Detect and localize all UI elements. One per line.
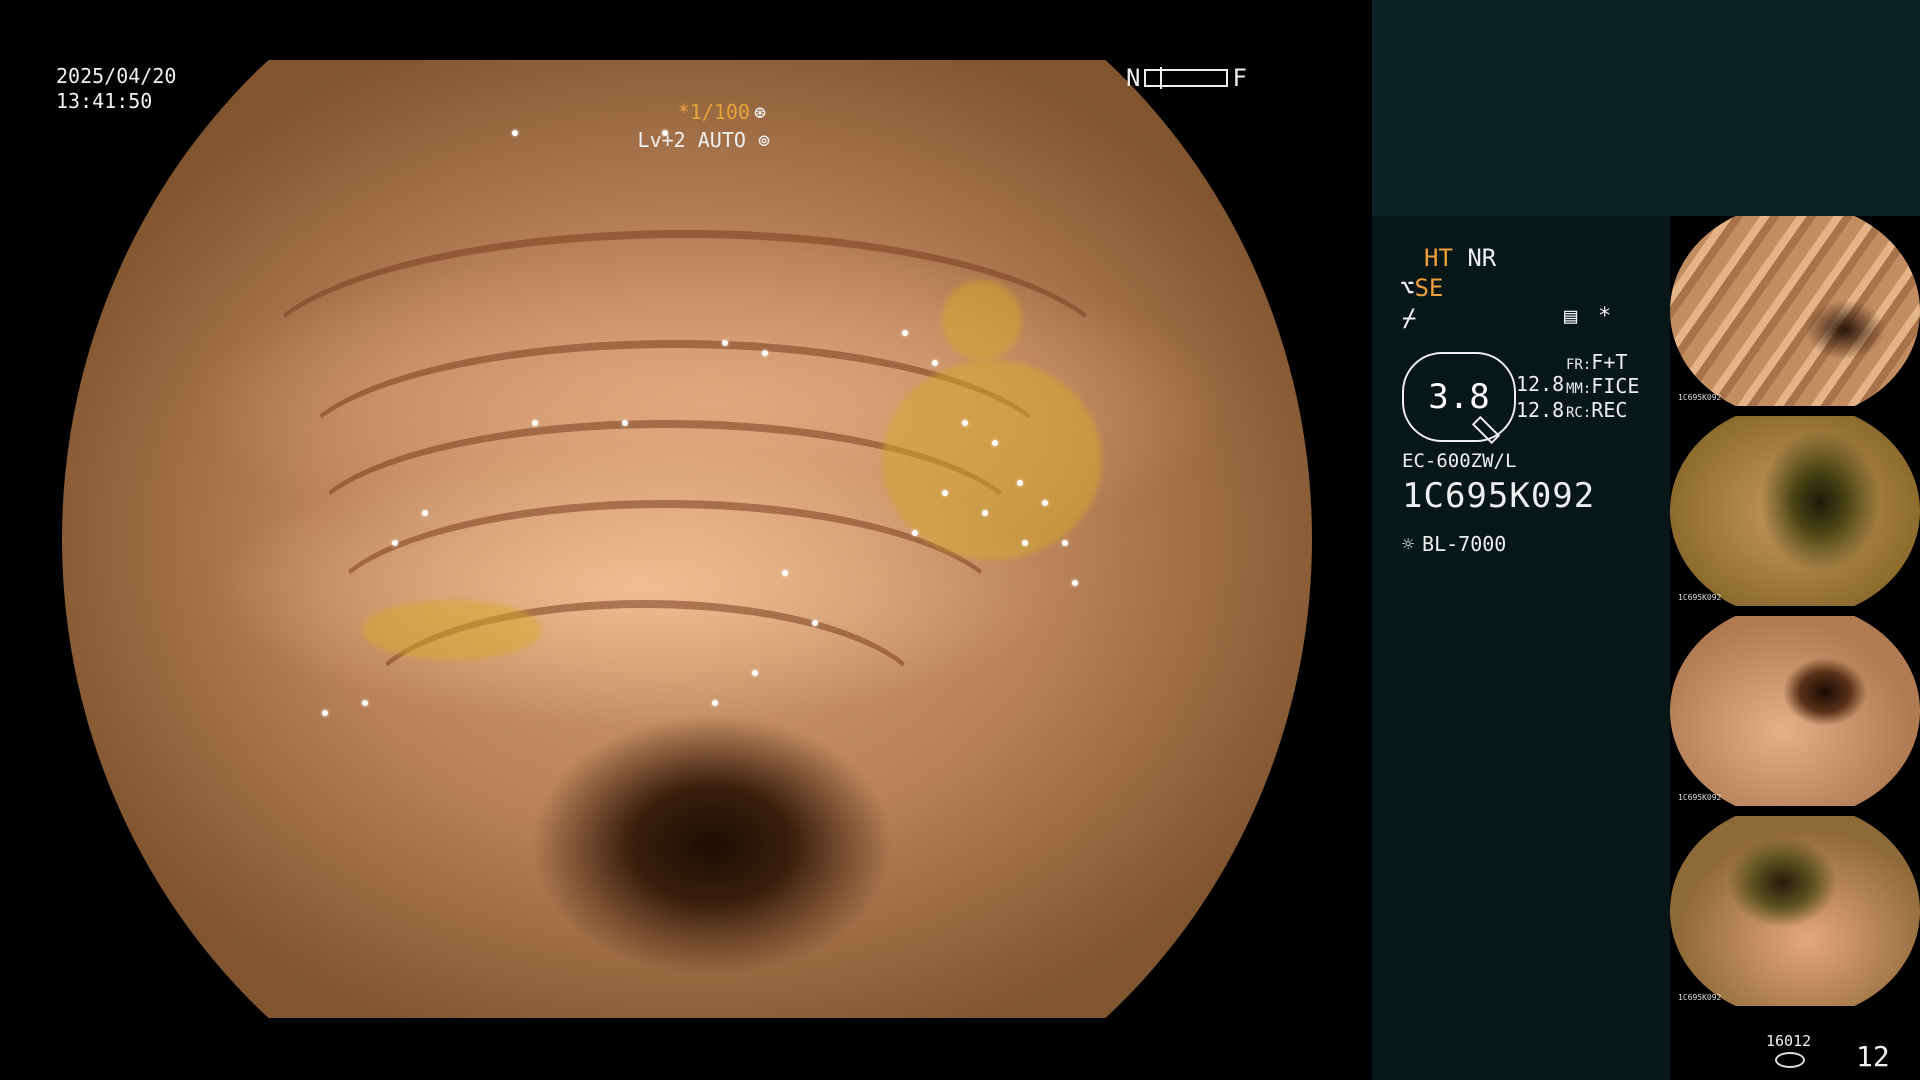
thumbnail-label: 1C695K092: [1678, 593, 1722, 602]
light-reflection: [752, 670, 758, 676]
disk-icon: [1775, 1052, 1805, 1068]
light-source: ☼ BL-7000: [1402, 532, 1506, 556]
light-reflection: [362, 700, 368, 706]
light-reflection: [532, 420, 538, 426]
menu-icon: ▤: [1564, 304, 1578, 329]
light-reflection: [392, 540, 398, 546]
near-far-bar: [1144, 67, 1229, 89]
brightness-level: Lv+2 AUTO ⊚: [638, 128, 770, 152]
light-reflection: [932, 360, 938, 366]
light-reflection: [992, 440, 998, 446]
light-reflection: [622, 420, 628, 426]
light-reflection: [912, 530, 918, 536]
light-reflection: [812, 620, 818, 626]
light-reflection: [722, 340, 728, 346]
gauge-value: 3.8: [1428, 377, 1490, 417]
rc-value: REC: [1591, 398, 1628, 422]
storage-counter: 16012: [1766, 1032, 1812, 1050]
aperture-icon: ⊛: [753, 100, 766, 124]
fr-setting: FR:F+T: [1566, 350, 1627, 374]
misc-symbol: ⌿: [1402, 304, 1417, 332]
light-reflection: [942, 490, 948, 496]
side-panel: HT NR ⌥SE ⌿ ▤ * 3.8 12.8 12.8 FR:F+T MM:…: [1372, 0, 1920, 1080]
thumbnail-image: [1670, 416, 1920, 606]
thumbnail-2[interactable]: 1C695K092: [1670, 416, 1920, 606]
light-reflection: [1062, 540, 1068, 546]
thumbnail-label: 1C695K092: [1678, 993, 1722, 1002]
light-reflection: [1072, 580, 1078, 586]
nr-label: NR: [1467, 244, 1497, 272]
rc-label: RC:: [1566, 405, 1592, 421]
mm-value: FICE: [1591, 374, 1640, 398]
light-reflection: [982, 510, 988, 516]
timestamp-time: 13:41:50: [56, 89, 153, 113]
mm-label: MM:: [1566, 381, 1592, 397]
thumbnail-3[interactable]: 1C695K092: [1670, 616, 1920, 806]
endoscope-main-view: 2025/04/20 13:41:50 N F *1/100 ⊛ Lv+2 AUT…: [0, 0, 1372, 1080]
light-reflection: [962, 420, 968, 426]
lamp-icon: ☼: [1402, 532, 1415, 556]
timestamp-date: 2025/04/20: [56, 64, 177, 88]
endoscopic-image: [62, 60, 1312, 1018]
thumbnail-label: 1C695K092: [1678, 393, 1722, 402]
mode-ht-nr: HT NR: [1424, 244, 1496, 272]
scope-info-panel: [1372, 216, 1670, 1080]
near-label: N: [1126, 64, 1141, 92]
light-reflection: [902, 330, 908, 336]
light-reflection: [1017, 480, 1023, 486]
mode-se: ⌥SE: [1400, 274, 1443, 302]
se-label: SE: [1414, 274, 1444, 302]
light-reflection: [782, 570, 788, 576]
value-1: 12.8: [1516, 372, 1565, 396]
light-reflection: [1022, 540, 1028, 546]
gauge-pointer-icon: [1471, 415, 1501, 445]
near-far-indicator: N F: [1126, 64, 1247, 92]
value-2: 12.8: [1516, 398, 1565, 422]
thumbnail-1[interactable]: 1C695K092: [1670, 216, 1920, 406]
iris-icon: ⊚: [745, 128, 770, 152]
scope-model: EC-600ZW/L: [1402, 450, 1517, 472]
light-reflection: [322, 710, 328, 716]
thumbnail-image: [1670, 216, 1920, 406]
scope-serial: 1C695K092: [1402, 476, 1596, 516]
mm-setting: MM:FICE: [1566, 374, 1639, 398]
thumbnail-image: [1670, 616, 1920, 806]
light-reflection: [1042, 500, 1048, 506]
fr-label: FR:: [1566, 357, 1592, 373]
residue: [942, 280, 1022, 360]
residue: [362, 600, 542, 660]
asterisk-mark: *: [1598, 304, 1612, 329]
fr-value: F+T: [1591, 350, 1628, 374]
ht-label: HT: [1424, 244, 1453, 272]
shutter-value: *1/100: [677, 100, 750, 124]
level-value: Lv+2 AUTO: [637, 128, 746, 152]
light-reflection: [512, 130, 518, 136]
shutter-speed: *1/100 ⊛: [678, 100, 766, 124]
side-panel-header: [1372, 0, 1920, 216]
thumbnail-image: [1670, 816, 1920, 1006]
light-reflection: [762, 350, 768, 356]
thumbnail-4[interactable]: 1C695K092: [1670, 816, 1920, 1006]
far-label: F: [1232, 64, 1247, 92]
image-count: 12: [1856, 1040, 1890, 1073]
light-source-label: BL-7000: [1422, 532, 1507, 556]
rc-setting: RC:REC: [1566, 398, 1627, 422]
structure-icon: ⌥: [1400, 274, 1415, 302]
light-reflection: [422, 510, 428, 516]
thumbnail-label: 1C695K092: [1678, 793, 1722, 802]
light-reflection: [712, 700, 718, 706]
zoom-gauge: 3.8: [1402, 352, 1516, 445]
